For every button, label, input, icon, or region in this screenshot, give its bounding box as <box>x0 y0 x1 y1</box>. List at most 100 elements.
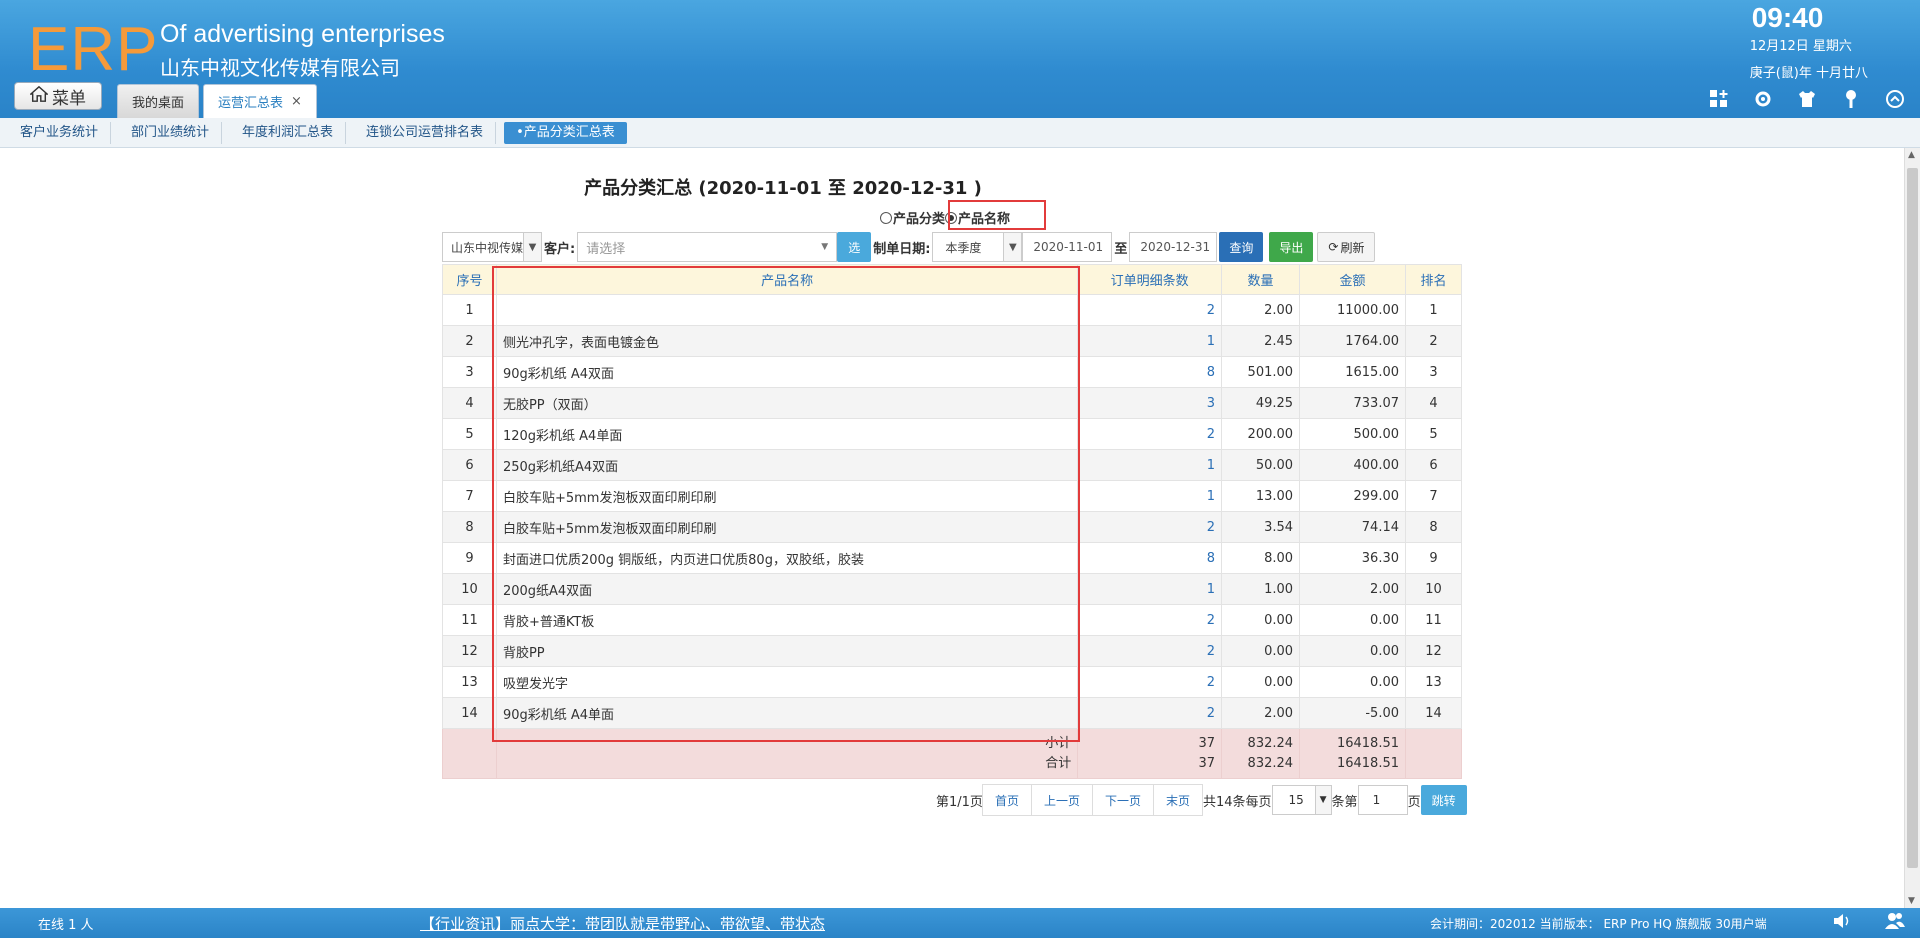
grid-add-icon[interactable] <box>1708 88 1730 110</box>
cell-order-count-link[interactable]: 8 <box>1077 356 1223 388</box>
users-icon[interactable] <box>1884 911 1906 935</box>
summary-row: 小计 合计 37 37 832.24 832.24 16418.51 16418.51 <box>442 728 1462 779</box>
refresh-label: 刷新 <box>1340 240 1365 255</box>
tab-my-desktop[interactable]: 我的桌面 <box>117 84 200 118</box>
subnav-department-stats[interactable]: 部门业绩统计 <box>119 121 223 144</box>
cell-order-count-link[interactable]: 2 <box>1077 511 1223 543</box>
cell-quantity: 0.00 <box>1221 604 1301 636</box>
tab-operation-summary[interactable]: 运营汇总表 × <box>203 84 317 118</box>
page-size-value: 15 <box>1288 793 1304 807</box>
cell-rank: 5 <box>1405 418 1462 450</box>
period-select[interactable]: 本季度 ▼ <box>932 232 1023 262</box>
cell-order-count-link[interactable]: 2 <box>1077 604 1223 636</box>
cell-amount: 1764.00 <box>1299 325 1406 357</box>
cell-amount: 0.00 <box>1299 635 1406 667</box>
cell-order-count-link[interactable]: 2 <box>1077 418 1223 450</box>
page-number-input[interactable]: 1 <box>1357 785 1408 815</box>
select-customer-button[interactable]: 选 <box>837 232 872 262</box>
company-select[interactable]: 山东中视传媒 ▼ <box>442 232 542 262</box>
cell-rank: 3 <box>1405 356 1462 388</box>
date-from-input[interactable]: 2020-11-01 <box>1022 232 1113 262</box>
industry-news-link[interactable]: 【行业资讯】丽点大学：带团队就是带野心、带欲望、带状态 <box>420 913 825 934</box>
cell-product-name: 250g彩机纸A4双面 <box>495 449 1079 481</box>
cell-amount: 400.00 <box>1299 449 1406 481</box>
cell-order-count-link[interactable]: 2 <box>1077 635 1223 667</box>
col-header-no[interactable]: 序号 <box>442 264 497 295</box>
cell-quantity: 501.00 <box>1221 356 1301 388</box>
cell-quantity: 1.00 <box>1221 573 1301 605</box>
menu-button[interactable]: 菜单 <box>14 82 102 110</box>
prev-page-button[interactable]: 上一页 <box>1030 784 1093 816</box>
cell-order-count-link[interactable]: 2 <box>1077 666 1223 698</box>
sub-navigation: 客户业务统计 部门业绩统计 年度利润汇总表 连锁公司运营排名表 •产品分类汇总表 <box>0 118 1920 148</box>
cell-amount: 500.00 <box>1299 418 1406 450</box>
cell-order-count-link[interactable]: 2 <box>1077 697 1223 729</box>
query-button[interactable]: 查询 <box>1219 232 1264 262</box>
table-header-row: 序号 产品名称 订单明细条数 数量 金额 排名 <box>442 264 1462 295</box>
cell-order-count-link[interactable]: 1 <box>1077 573 1223 605</box>
total-qty: 832.24 <box>1247 755 1294 771</box>
cell-order-count-link[interactable]: 1 <box>1077 480 1223 512</box>
order-date-label: 制单日期: <box>873 241 931 257</box>
vertical-scrollbar[interactable]: ▲ ▼ <box>1904 148 1920 908</box>
chevron-down-icon: ▼ <box>821 242 829 252</box>
subnav-chain-ranking[interactable]: 连锁公司运营排名表 <box>354 121 497 144</box>
collapse-icon[interactable] <box>1884 88 1906 110</box>
erp-logo: ERP <box>28 15 159 84</box>
table-row: 10 200g纸A4双面 1 1.00 2.00 10 <box>442 573 1462 605</box>
customer-label: 客户: <box>544 241 576 257</box>
table-row: 14 90g彩机纸 A4单面 2 2.00 -5.00 14 <box>442 697 1462 729</box>
tab-label: 运营汇总表 <box>218 96 284 111</box>
col-header-amount[interactable]: 金额 <box>1299 264 1406 295</box>
date-from-value: 2020-11-01 <box>1033 240 1104 254</box>
date-to-input[interactable]: 2020-12-31 <box>1129 232 1218 262</box>
cell-no: 7 <box>442 480 497 512</box>
table-row: 3 90g彩机纸 A4双面 8 501.00 1615.00 3 <box>442 356 1462 388</box>
next-page-button[interactable]: 下一页 <box>1091 784 1154 816</box>
cell-order-count-link[interactable]: 8 <box>1077 542 1223 574</box>
summary-blank <box>1405 728 1462 779</box>
scroll-down-icon[interactable]: ▼ <box>1908 896 1915 906</box>
summary-count: 37 37 <box>1077 728 1223 779</box>
first-page-button[interactable]: 首页 <box>981 784 1032 816</box>
gear-icon[interactable] <box>1752 88 1774 110</box>
cell-order-count-link[interactable]: 1 <box>1077 449 1223 481</box>
subnav-product-category-summary[interactable]: •产品分类汇总表 <box>504 121 627 144</box>
speaker-icon[interactable] <box>1832 911 1854 935</box>
col-header-product-name[interactable]: 产品名称 <box>495 264 1079 295</box>
subnav-customer-stats[interactable]: 客户业务统计 <box>8 121 112 144</box>
cell-quantity: 200.00 <box>1221 418 1301 450</box>
cell-amount: 11000.00 <box>1299 294 1406 326</box>
total-amount: 16418.51 <box>1336 755 1399 771</box>
subnav-annual-profit[interactable]: 年度利润汇总表 <box>230 121 347 144</box>
cell-product-name: 白胶车贴+5mm发泡板双面印刷印刷 <box>495 511 1079 543</box>
shirt-icon[interactable] <box>1796 88 1818 110</box>
chevron-down-icon: ▼ <box>1314 786 1331 814</box>
radio-label: 产品分类 <box>893 212 946 227</box>
close-icon[interactable]: × <box>291 94 302 109</box>
cell-rank: 1 <box>1405 294 1462 326</box>
radio-product-category[interactable]: 产品分类 <box>880 208 945 227</box>
scroll-up-icon[interactable]: ▲ <box>1908 150 1915 160</box>
page-size-select[interactable]: 15 ▼ <box>1271 785 1332 815</box>
jump-button[interactable]: 跳转 <box>1420 785 1467 815</box>
cell-rank: 4 <box>1405 387 1462 419</box>
key-icon[interactable] <box>1840 88 1862 110</box>
cell-order-count-link[interactable]: 1 <box>1077 325 1223 357</box>
last-page-button[interactable]: 末页 <box>1152 784 1203 816</box>
scrollbar-thumb[interactable] <box>1907 168 1918 868</box>
refresh-button[interactable]: ⟳ 刷新 <box>1317 232 1376 262</box>
customer-input[interactable]: 请选择 ▼ <box>577 232 838 262</box>
table-row: 11 背胶+普通KT板 2 0.00 0.00 11 <box>442 604 1462 636</box>
col-header-quantity[interactable]: 数量 <box>1221 264 1301 295</box>
clock-date: 12月12日 星期六 <box>1749 39 1852 54</box>
export-button[interactable]: 导出 <box>1269 232 1314 262</box>
total-label: 合计 <box>1045 755 1072 771</box>
cell-no: 6 <box>442 449 497 481</box>
header-toolbar <box>1708 88 1906 110</box>
col-header-order-count[interactable]: 订单明细条数 <box>1077 264 1223 295</box>
cell-order-count-link[interactable]: 3 <box>1077 387 1223 419</box>
cell-product-name: 90g彩机纸 A4双面 <box>495 356 1079 388</box>
table-row: 5 120g彩机纸 A4单面 2 200.00 500.00 5 <box>442 418 1462 450</box>
cell-order-count-link[interactable]: 2 <box>1077 294 1223 326</box>
